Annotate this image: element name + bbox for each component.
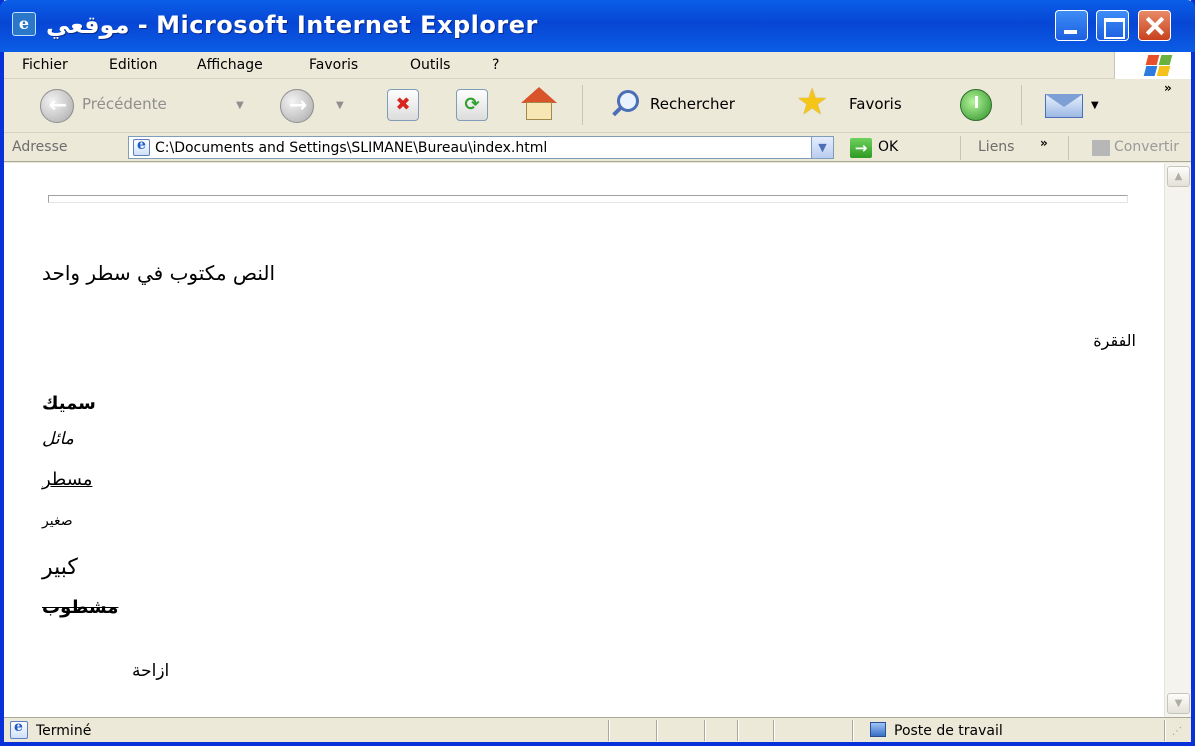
menu-fichier[interactable]: Fichier	[22, 57, 68, 73]
standard-toolbar: ← Précédente ▼ → ▼ ✖ ⟳ Rechercher ★ Favo…	[4, 79, 1191, 133]
maximize-button[interactable]	[1096, 10, 1129, 41]
address-input[interactable]	[155, 137, 795, 158]
back-button[interactable]: ←	[40, 89, 74, 123]
status-bar: Terminé Poste de travail ⋰	[4, 717, 1191, 742]
status-separator	[852, 720, 853, 741]
stop-button[interactable]: ✖	[387, 89, 419, 121]
address-field[interactable]: ▼	[128, 136, 834, 159]
underline-text: مسطر	[42, 469, 93, 490]
big-text: كبير	[42, 555, 78, 580]
ie-window: e موقعي - Microsoft Internet Explorer Fi…	[0, 0, 1195, 746]
convert-label: Convertir	[1114, 139, 1180, 155]
page-icon	[133, 137, 150, 156]
security-zone-text: Poste de travail	[894, 723, 1003, 739]
address-bar: Adresse ▼ → OK Liens » Convertir	[4, 134, 1191, 162]
paragraph-text: الفقرة	[1093, 331, 1136, 350]
computer-zone-icon	[870, 722, 886, 737]
menu-edition[interactable]: Edition	[109, 57, 157, 73]
menu-favoris[interactable]: Favoris	[309, 57, 358, 73]
toolbar-separator	[582, 85, 583, 125]
address-separator	[1068, 136, 1069, 160]
refresh-button[interactable]: ⟳	[456, 89, 488, 121]
status-separator	[656, 720, 657, 741]
title-bar[interactable]: e موقعي - Microsoft Internet Explorer	[0, 0, 1195, 52]
back-dropdown-icon[interactable]: ▼	[236, 100, 244, 111]
address-separator	[960, 136, 961, 160]
mail-button[interactable]	[1045, 90, 1083, 120]
page-content: النص مكتوب في سطر واحد الفقرة سميك مائل …	[4, 163, 1164, 717]
go-button[interactable]: OK	[878, 139, 898, 155]
forward-dropdown-icon[interactable]: ▼	[336, 100, 344, 111]
mail-dropdown-icon[interactable]: ▼	[1091, 100, 1099, 111]
home-button[interactable]	[519, 85, 559, 123]
convert-icon	[1092, 140, 1110, 156]
ie-page-icon: e	[12, 12, 36, 36]
status-separator	[737, 720, 738, 741]
back-arrow-icon: ←	[48, 93, 68, 118]
mail-flap	[1045, 94, 1083, 107]
status-separator	[773, 720, 774, 741]
strikethrough-text: مشطوب	[42, 597, 119, 618]
search-handle	[612, 105, 623, 117]
windows-logo-icon	[1114, 52, 1191, 79]
indented-text: ازاحة	[132, 661, 170, 681]
search-button[interactable]: Rechercher	[650, 95, 735, 113]
search-icon[interactable]	[610, 88, 640, 118]
single-line-text: النص مكتوب في سطر واحد	[42, 261, 276, 285]
horizontal-rule	[48, 195, 1128, 203]
italic-text: مائل	[42, 429, 74, 449]
scroll-up-button[interactable]: ▲	[1167, 166, 1190, 187]
forward-arrow-icon: →	[288, 93, 308, 118]
vertical-scrollbar[interactable]: ▲ ▼	[1164, 163, 1191, 717]
menu-help[interactable]: ?	[492, 57, 499, 73]
menu-affichage[interactable]: Affichage	[197, 57, 263, 73]
menu-bar: Fichier Edition Affichage Favoris Outils…	[4, 52, 1191, 79]
status-separator	[1164, 720, 1165, 741]
page-status-icon	[10, 719, 28, 739]
address-label: Adresse	[12, 139, 68, 155]
favorites-button[interactable]: Favoris	[849, 95, 902, 113]
links-label[interactable]: Liens	[978, 139, 1014, 155]
status-separator	[704, 720, 705, 741]
go-arrow-icon[interactable]: →	[850, 138, 872, 158]
window-title: موقعي - Microsoft Internet Explorer	[46, 11, 538, 39]
status-separator	[608, 720, 609, 741]
home-icon-wall	[526, 102, 552, 120]
history-icon[interactable]	[960, 89, 992, 121]
links-chevron[interactable]: »	[1040, 136, 1048, 150]
toolbar-separator	[1021, 85, 1022, 125]
status-text: Terminé	[36, 723, 92, 739]
scroll-down-button[interactable]: ▼	[1167, 693, 1190, 714]
home-icon	[521, 87, 557, 103]
forward-button[interactable]: →	[280, 89, 314, 123]
favorites-star-icon[interactable]: ★	[796, 84, 828, 122]
resize-grip-icon[interactable]: ⋰	[1172, 726, 1182, 737]
bold-text: سميك	[42, 393, 96, 414]
close-button[interactable]	[1138, 10, 1171, 41]
toolbar-more-chevron[interactable]: »	[1164, 81, 1172, 95]
back-label[interactable]: Précédente	[82, 95, 167, 113]
address-dropdown-icon[interactable]: ▼	[811, 137, 833, 158]
small-text: صغير	[42, 513, 73, 529]
minimize-button[interactable]	[1055, 10, 1088, 41]
menu-outils[interactable]: Outils	[410, 57, 450, 73]
